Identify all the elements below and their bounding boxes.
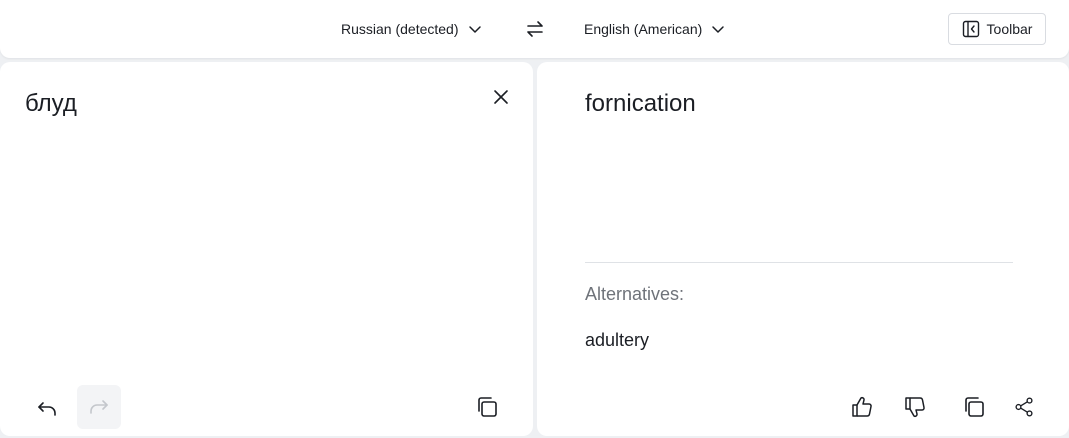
swap-arrows-icon bbox=[527, 21, 543, 37]
source-text-input[interactable]: блуд bbox=[25, 90, 77, 118]
copy-source-button[interactable] bbox=[472, 392, 502, 422]
toolbar-label: Toolbar bbox=[986, 21, 1033, 37]
divider bbox=[585, 262, 1013, 263]
copy-icon bbox=[478, 397, 497, 417]
chevron-down-icon bbox=[468, 26, 481, 33]
thumbs-down-icon bbox=[905, 397, 925, 418]
sidebar-panel-icon bbox=[962, 20, 979, 38]
alternatives-label: Alternatives: bbox=[585, 284, 685, 304]
toolbar-button[interactable]: Toolbar bbox=[948, 13, 1046, 45]
target-language-label: English (American) bbox=[584, 21, 703, 37]
translation-text: fornication bbox=[585, 90, 696, 117]
redo-button[interactable] bbox=[77, 385, 121, 429]
target-panel: fornication Alternatives: adultery bbox=[537, 62, 1069, 436]
source-panel: блуд bbox=[0, 62, 533, 436]
dislike-button[interactable] bbox=[900, 392, 930, 422]
undo-icon bbox=[38, 402, 56, 416]
chevron-down-icon bbox=[712, 26, 725, 33]
source-language-selector[interactable]: Russian (detected) bbox=[341, 19, 482, 39]
share-icon bbox=[1015, 397, 1033, 417]
alternative-item[interactable]: adultery bbox=[585, 330, 649, 351]
undo-button[interactable] bbox=[32, 394, 62, 424]
copy-icon bbox=[965, 397, 984, 417]
copy-translation-button[interactable] bbox=[959, 392, 989, 422]
source-language-label: Russian (detected) bbox=[341, 21, 459, 37]
thumbs-up-icon bbox=[852, 396, 872, 417]
language-bar: Russian (detected) English (American) To… bbox=[0, 0, 1069, 58]
target-language-selector[interactable]: English (American) bbox=[584, 19, 725, 39]
share-button[interactable] bbox=[1009, 392, 1039, 422]
like-button[interactable] bbox=[847, 392, 877, 422]
swap-languages-button[interactable] bbox=[524, 18, 546, 40]
clear-button[interactable] bbox=[490, 86, 512, 108]
redo-icon bbox=[90, 400, 108, 414]
close-icon bbox=[494, 90, 508, 104]
